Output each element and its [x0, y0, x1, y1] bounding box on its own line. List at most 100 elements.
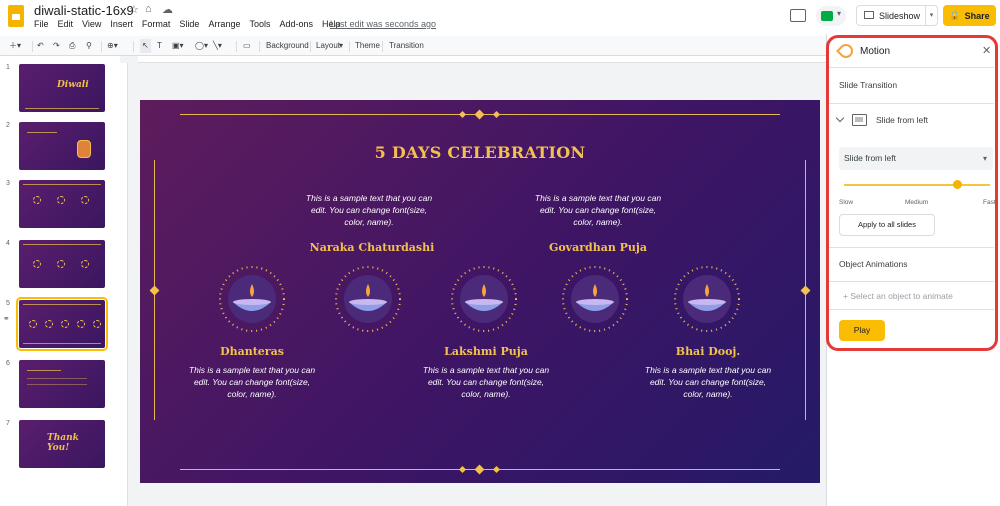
naraka-description[interactable]: This is a sample text that you can edit.…	[304, 192, 434, 228]
diya-lamp-icon[interactable]	[558, 262, 632, 336]
toolbar-divider	[310, 41, 311, 52]
diya-lamp-icon[interactable]	[331, 262, 405, 336]
cloud-status-icon[interactable]: ☁	[162, 3, 173, 16]
new-slide-icon[interactable]: ＋▾	[9, 39, 21, 53]
image-icon[interactable]: ▣▾	[172, 39, 184, 53]
select-cursor-icon[interactable]: ↖	[140, 39, 151, 53]
last-edit-link[interactable]: Last edit was seconds ago	[330, 19, 436, 29]
frame-ornament	[458, 465, 467, 474]
slide-thumbnail-7[interactable]: Thank You!	[19, 420, 105, 468]
diya-lamp-icon[interactable]	[215, 262, 289, 336]
menu-format[interactable]: Format	[142, 19, 171, 29]
govardhan-heading[interactable]: Govardhan Puja	[518, 241, 678, 254]
paint-format-icon[interactable]: ⚲	[86, 39, 92, 53]
meet-camera-icon	[821, 11, 833, 21]
slide-number: 5	[6, 300, 10, 307]
redo-icon[interactable]: ↷	[53, 39, 60, 53]
slide-thumbnail-4[interactable]	[19, 240, 105, 288]
apply-to-all-button[interactable]: Apply to all slides	[839, 214, 935, 236]
header-bar: diwali-static-16x9 ☆ ⌂ ☁ File Edit View …	[0, 0, 1000, 36]
naraka-heading[interactable]: Naraka Chaturdashi	[292, 241, 452, 254]
add-animation-button[interactable]: + Select an object to animate	[843, 291, 953, 301]
diya-lamp-icon[interactable]	[447, 262, 521, 336]
thumbnail-diya	[93, 320, 101, 328]
slide-number: 2	[6, 122, 10, 129]
present-icon	[864, 11, 874, 19]
menu-edit[interactable]: Edit	[58, 19, 74, 29]
layout-button[interactable]: Layout	[316, 39, 340, 53]
menu-slide[interactable]: Slide	[179, 19, 199, 29]
move-folder-icon[interactable]: ⌂	[145, 3, 152, 15]
slide-thumbnail-2[interactable]	[19, 122, 105, 170]
slide-number: 4	[6, 240, 10, 247]
panel-divider	[826, 281, 994, 282]
dhanteras-heading[interactable]: Dhanteras	[172, 345, 332, 358]
thumbnail-ornament	[27, 132, 57, 133]
play-button[interactable]: Play	[839, 320, 885, 341]
slideshow-dropdown-icon[interactable]: ▾	[925, 6, 937, 25]
transition-name[interactable]: Slide from left	[876, 115, 928, 125]
star-icon[interactable]: ☆	[129, 3, 139, 16]
share-button[interactable]: 🔒 Share	[943, 5, 996, 26]
lock-icon: 🔒	[949, 10, 961, 20]
frame-ornament	[149, 285, 160, 296]
transition-button[interactable]: Transition	[389, 39, 424, 53]
lakshmi-description[interactable]: This is a sample text that you can edit.…	[421, 364, 551, 400]
meet-button[interactable]: ▾	[816, 6, 846, 26]
bhai-dooj-description[interactable]: This is a sample text that you can edit.…	[643, 364, 773, 400]
menu-view[interactable]: View	[82, 19, 101, 29]
slide-title[interactable]: 5 DAYS CELEBRATION	[140, 143, 820, 162]
shape-icon[interactable]: ◯▾	[195, 39, 208, 53]
transition-type-select[interactable]: Slide from left	[839, 147, 993, 170]
menu-insert[interactable]: Insert	[110, 19, 133, 29]
line-icon[interactable]: ╲▾	[213, 39, 222, 53]
object-animations-heading: Object Animations	[839, 259, 908, 269]
slide-number: 3	[6, 180, 10, 187]
undo-icon[interactable]: ↶	[37, 39, 44, 53]
govardhan-description[interactable]: This is a sample text that you can edit.…	[533, 192, 663, 228]
dhanteras-description[interactable]: This is a sample text that you can edit.…	[187, 364, 317, 400]
comment-history-icon[interactable]	[790, 9, 806, 22]
frame-ornament	[474, 464, 485, 475]
menu-arrange[interactable]: Arrange	[208, 19, 240, 29]
slides-logo-icon[interactable]	[8, 5, 24, 27]
panel-divider	[826, 67, 994, 68]
zoom-icon[interactable]: ⊕▾	[107, 39, 118, 53]
text-box-icon[interactable]: T	[157, 39, 162, 53]
bhai-dooj-heading[interactable]: Bhai Dooj.	[628, 345, 788, 358]
theme-button[interactable]: Theme	[355, 39, 380, 53]
slide-canvas[interactable]: 5 DAYS CELEBRATION This is a sample text…	[120, 56, 826, 506]
thumbnail-diya	[77, 320, 85, 328]
thumbnail-diya	[81, 260, 89, 268]
slide-thumbnail-1[interactable]: Diwali	[19, 64, 105, 112]
print-icon[interactable]: ⎙	[69, 39, 75, 53]
thumbnail-text: Thank You!	[47, 433, 79, 453]
menu-addons[interactable]: Add-ons	[279, 19, 313, 29]
background-button[interactable]: Background	[266, 39, 309, 53]
menu-file[interactable]: File	[34, 19, 49, 29]
speed-slider-track[interactable]	[844, 184, 990, 186]
thumbnail-ornament	[23, 343, 101, 344]
thumbnail-diya	[33, 260, 41, 268]
slide-thumbnail-6[interactable]	[19, 360, 105, 408]
menu-tools[interactable]: Tools	[249, 19, 270, 29]
thumbnail-ornament	[27, 384, 87, 385]
slide-thumbnail-3[interactable]	[19, 180, 105, 228]
lakshmi-heading[interactable]: Lakshmi Puja	[406, 345, 566, 358]
frame-ornament	[492, 465, 501, 474]
slide-thumbnail-5[interactable]	[16, 297, 108, 351]
horizontal-ruler	[138, 56, 826, 63]
frame-ornament	[474, 109, 485, 120]
diya-lamp-icon[interactable]	[670, 262, 744, 336]
document-title[interactable]: diwali-static-16x9	[34, 3, 134, 18]
toolbar-divider	[259, 41, 260, 52]
vertical-ruler	[120, 63, 128, 506]
thumbnail-ornament	[27, 370, 61, 371]
current-slide[interactable]: 5 DAYS CELEBRATION This is a sample text…	[140, 100, 820, 483]
slideshow-button[interactable]: Slideshow ▾	[856, 5, 938, 26]
thumbnail-text: Diwali	[57, 80, 89, 90]
slide-transition-heading: Slide Transition	[839, 80, 898, 90]
close-icon[interactable]: ✕	[982, 44, 991, 57]
google-slides-app: diwali-static-16x9 ☆ ⌂ ☁ File Edit View …	[0, 0, 1000, 506]
comment-add-icon[interactable]: ▭	[243, 39, 251, 53]
